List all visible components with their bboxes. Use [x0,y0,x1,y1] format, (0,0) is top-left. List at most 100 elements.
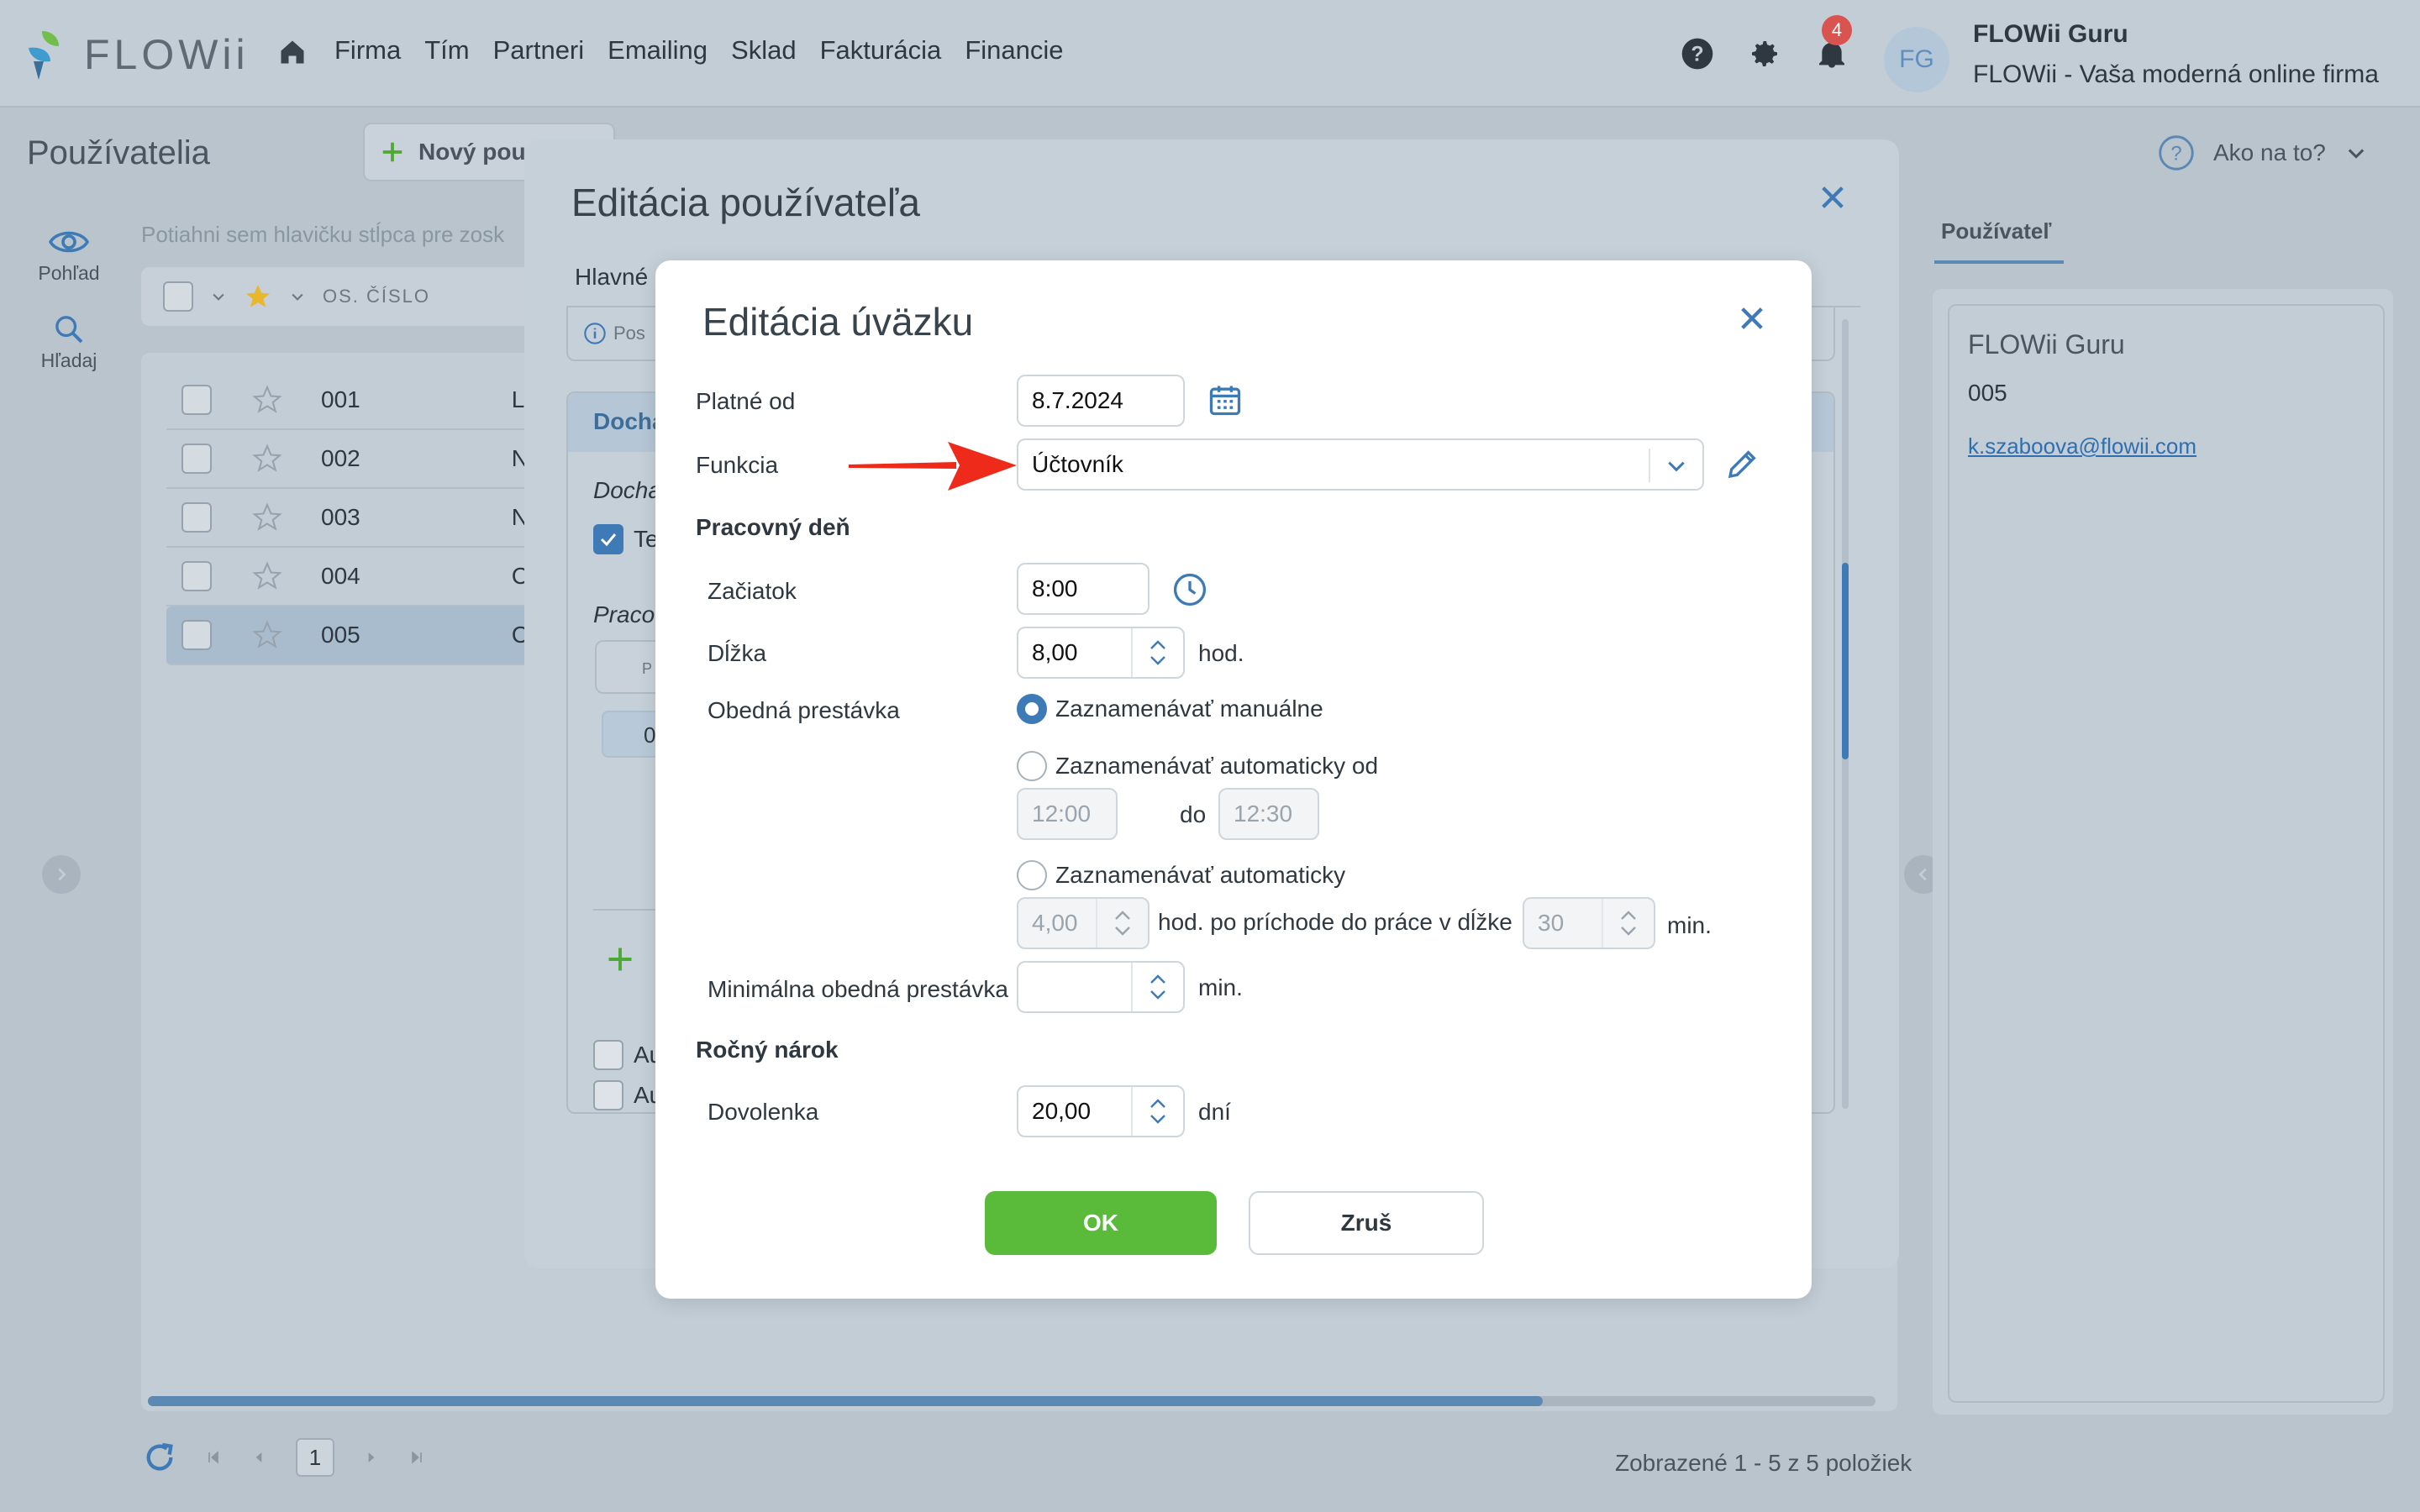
nav-item-sklad[interactable]: Sklad [731,35,797,66]
cancel-button[interactable]: Zruš [1249,1191,1484,1255]
view-button[interactable]: Pohľad [25,225,113,285]
add-workload-plus-icon[interactable] [605,944,635,974]
star-outline-icon[interactable] [252,561,282,591]
chevron-down-icon[interactable] [210,288,227,305]
radio-auto[interactable]: Zaznamenávať automaticky [1017,860,1345,890]
row-checkbox[interactable] [182,561,212,591]
gear-icon[interactable] [1748,37,1781,71]
star-outline-icon[interactable] [252,444,282,474]
flowii-logo[interactable]: FLOWii [25,25,250,84]
auto-checkbox-row-2[interactable]: Au [593,1080,662,1110]
star-outline-icon[interactable] [252,620,282,650]
auto-checkbox-2[interactable] [593,1080,623,1110]
chevron-up-icon[interactable] [1113,910,1132,921]
length-input[interactable]: 8,00 [1017,627,1185,679]
min-lunch-input[interactable] [1017,961,1185,1013]
search-button[interactable]: Hľadaj [25,312,113,372]
auto-hours-input[interactable]: 4,00 [1017,897,1150,949]
close-icon[interactable] [1738,304,1766,333]
expand-left-button[interactable] [42,855,81,894]
how-to-link[interactable]: ? Ako na to? [2158,134,2368,171]
vacation-stepper[interactable] [1131,1087,1183,1136]
star-filled-icon[interactable] [244,282,272,311]
auto-to-input[interactable]: 12:30 [1218,788,1319,840]
detail-user-email-link[interactable]: k.szaboova@flowii.com [1968,433,2196,459]
auto-minutes-unit: min. [1667,912,1712,938]
chevron-up-icon[interactable] [1149,639,1167,651]
chevron-down-icon[interactable] [1149,1113,1167,1125]
attendance-checkbox-row[interactable]: Te [593,524,659,554]
nav-item-emailing[interactable]: Emailing [608,35,708,66]
row-number: 003 [321,504,360,530]
nav-item-firma[interactable]: Firma [334,35,401,66]
last-page-icon[interactable] [408,1449,425,1466]
chevron-down-icon[interactable] [1149,989,1167,1000]
auto-checkbox-1[interactable] [593,1040,623,1070]
user-name[interactable]: FLOWii Guru [1973,20,2128,49]
ok-button[interactable]: OK [985,1191,1217,1255]
next-page-icon[interactable] [363,1449,380,1466]
row-checkbox[interactable] [182,620,212,650]
chevron-down-icon[interactable] [1149,654,1167,666]
length-stepper[interactable] [1131,628,1183,677]
row-checkbox[interactable] [182,444,212,474]
top-icons: ? [1681,37,1849,71]
refresh-icon[interactable] [143,1441,176,1474]
star-outline-icon[interactable] [252,502,282,533]
row-checkbox[interactable] [182,385,212,415]
dialog-scrollbar-thumb[interactable] [1842,563,1849,759]
chevron-down-icon[interactable] [289,288,306,305]
radio-manual-dot[interactable] [1017,694,1047,724]
start-time-input[interactable]: 8:00 [1017,563,1150,615]
radio-manual[interactable]: Zaznamenávať manuálne [1017,694,1323,724]
auto-minutes-input[interactable]: 30 [1523,897,1655,949]
avatar[interactable]: FG [1884,27,1949,92]
chevron-up-icon[interactable] [1149,1098,1167,1110]
chevron-down-icon[interactable] [1619,925,1638,937]
close-icon[interactable] [1818,183,1847,212]
previous-page-icon[interactable] [250,1449,267,1466]
table-row[interactable]: 003 N [166,489,553,548]
auto-from-input[interactable]: 12:00 [1017,788,1118,840]
chevron-down-icon[interactable] [1113,925,1132,937]
function-select[interactable]: Účtovník [1017,438,1704,491]
clock-icon[interactable] [1171,571,1208,608]
radio-auto-from-dot[interactable] [1017,751,1047,781]
row-checkbox[interactable] [182,502,212,533]
home-icon[interactable] [277,37,308,67]
checkbox-checked[interactable] [593,524,623,554]
table-row[interactable]: 002 N [166,430,553,489]
edit-pencil-icon[interactable] [1726,447,1760,480]
chevron-up-icon[interactable] [1149,974,1167,985]
valid-from-input[interactable]: 8.7.2024 [1017,375,1185,427]
nav-item-fakturacia[interactable]: Fakturácia [820,35,942,66]
current-page[interactable]: 1 [296,1438,334,1477]
auto-checkbox-row-1[interactable]: Au [593,1040,662,1070]
select-all-checkbox[interactable] [163,281,193,312]
nav-item-partneri[interactable]: Partneri [493,35,585,66]
table-row[interactable]: 004 C [166,548,553,606]
first-page-icon[interactable] [205,1449,222,1466]
radio-auto-from[interactable]: Zaznamenávať automaticky od [1017,751,1378,781]
table-row[interactable]: 001 L [166,371,553,430]
star-outline-icon[interactable] [252,385,282,415]
help-icon[interactable]: ? [1681,37,1714,71]
horizontal-scrollbar-thumb[interactable] [148,1396,1543,1406]
auto-hours-stepper[interactable] [1096,899,1148,948]
nav-item-financie[interactable]: Financie [965,35,1063,66]
column-header-number[interactable]: OS. ČÍSLO [323,286,430,307]
main-menu: Firma Tím Partneri Emailing Sklad Faktur… [334,35,1064,66]
auto-minutes-stepper[interactable] [1602,899,1654,948]
user-company: FLOWii - Vaša moderná online firma [1973,60,2379,88]
radio-auto-dot[interactable] [1017,860,1047,890]
nav-item-tim[interactable]: Tím [424,35,469,66]
vacation-input[interactable]: 20,00 [1017,1085,1185,1137]
chevron-up-icon[interactable] [1619,910,1638,921]
horizontal-scrollbar[interactable] [148,1396,1876,1406]
chevron-down-icon[interactable] [1665,457,1687,475]
tab-main[interactable]: Hlavné [575,264,648,291]
min-lunch-stepper[interactable] [1131,963,1183,1011]
table-row-selected[interactable]: 005 C [166,606,553,665]
calendar-icon[interactable] [1207,381,1244,418]
tab-user[interactable]: Používateľ [1941,218,2051,244]
